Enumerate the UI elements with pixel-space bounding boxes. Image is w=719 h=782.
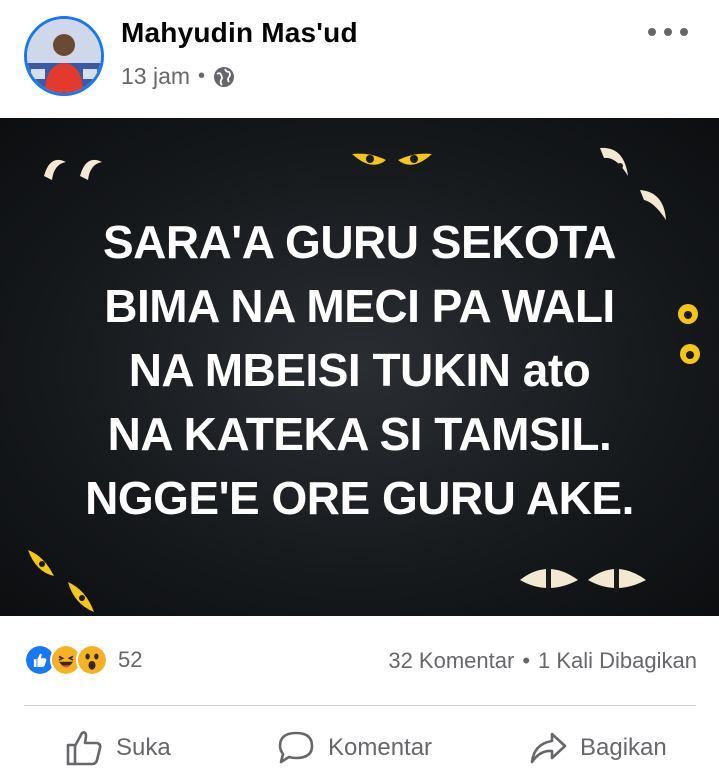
eye-icon [28, 550, 94, 612]
avatar[interactable] [24, 16, 104, 96]
reaction-count[interactable]: 52 [118, 647, 142, 673]
like-button[interactable]: Suka [64, 728, 171, 768]
like-label: Suka [116, 734, 171, 761]
stats-separator: • [522, 648, 531, 673]
eye-icon [520, 568, 646, 592]
eye-icon [352, 153, 432, 165]
post-header: Mahyudin Mas'ud 13 jam • [0, 0, 719, 118]
image-text-line: NGGE'E ORE GURU AKE. [85, 472, 634, 524]
comment-count[interactable]: 32 Komentar [388, 648, 514, 674]
post-meta: 13 jam • [121, 63, 235, 90]
post-image[interactable]: SARA'A GURU SEKOTA BIMA NA MECI PA WALI … [0, 118, 719, 616]
divider [24, 705, 696, 706]
author-name[interactable]: Mahyudin Mas'ud [121, 17, 358, 49]
more-options-button[interactable] [648, 22, 688, 42]
post-stats: 52 32 Komentar • 1 Kali Dibagikan [0, 632, 719, 692]
share-button[interactable]: Bagikan [528, 728, 667, 768]
image-text-line: NA KATEKA SI TAMSIL. [107, 408, 612, 460]
share-icon [530, 732, 567, 764]
comment-button[interactable]: Komentar [276, 728, 432, 768]
reactions-summary[interactable]: 52 [24, 644, 142, 676]
engagement-summary: 32 Komentar • 1 Kali Dibagikan [388, 648, 697, 674]
dot-icon [680, 28, 688, 36]
image-text-line: BIMA NA MECI PA WALI [104, 280, 615, 332]
globe-icon [214, 66, 235, 87]
share-label: Bagikan [580, 734, 667, 761]
thumbs-up-icon [66, 731, 102, 766]
dot-icon [648, 28, 656, 36]
avatar-image [27, 19, 101, 93]
comment-label: Komentar [328, 734, 433, 761]
wow-icon [76, 644, 108, 676]
action-bar: Suka Komentar Bagikan [0, 714, 719, 782]
eye-icon [44, 159, 102, 180]
post-image-text: SARA'A GURU SEKOTA BIMA NA MECI PA WALI … [0, 210, 719, 530]
image-text-line: NA MBEISI TUKIN ato [128, 344, 591, 396]
meta-separator: • [198, 65, 206, 87]
share-count[interactable]: 1 Kali Dibagikan [538, 648, 697, 674]
comment-icon [278, 731, 314, 764]
image-text-line: SARA'A GURU SEKOTA [102, 216, 617, 268]
post-time[interactable]: 13 jam [121, 63, 190, 90]
dot-icon [664, 28, 672, 36]
